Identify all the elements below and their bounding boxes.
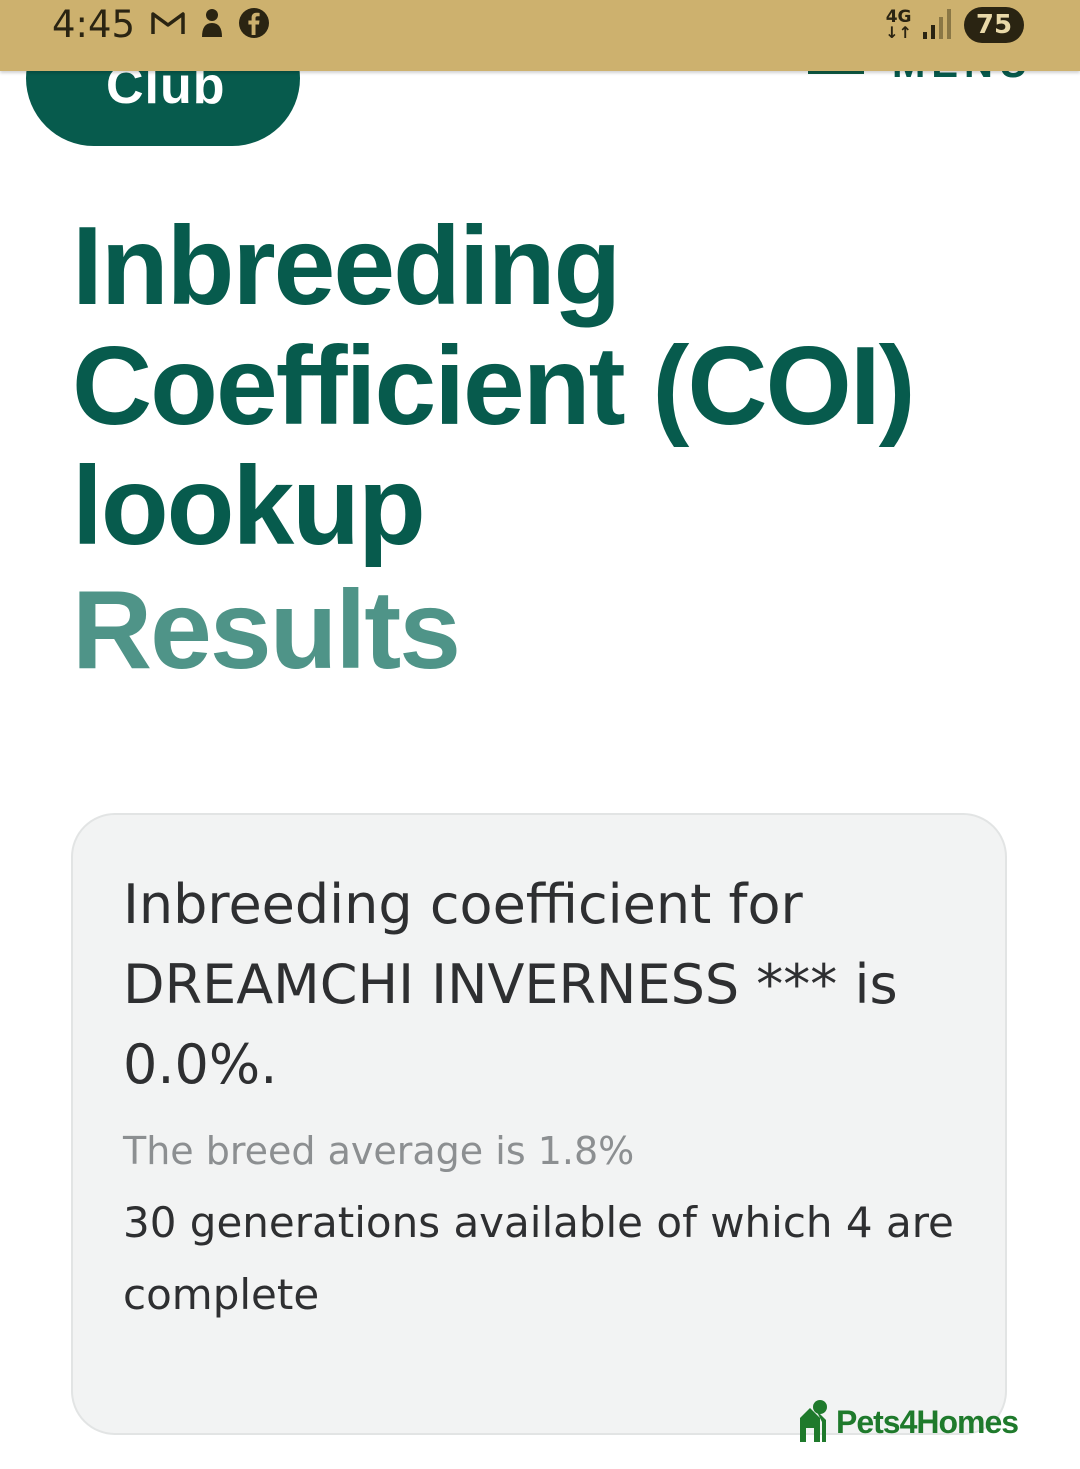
notification-app-icon [198,7,226,44]
coi-result-text: Inbreeding coefficient for DREAMCHI INVE… [123,873,898,1096]
breed-average-text: The breed average is 1.8% [123,1129,635,1173]
watermark-text: Pets4Homes [836,1403,1019,1440]
signal-icon [922,6,954,45]
facebook-icon [238,7,270,44]
page-subtitle: Results [72,568,461,692]
status-system-icons: 4G ↓↑ 75 [885,5,1024,45]
network-type-icon: 4G ↓↑ [885,7,912,42]
gmail-icon [150,9,186,42]
battery-icon: 75 [964,7,1024,43]
page-title: Inbreeding Coefficient (COI) lookup [72,204,916,568]
pets4homes-watermark: Pets4Homes [796,1398,1019,1447]
pets4homes-logo-icon [796,1398,832,1447]
generations-text: 30 generations available of which 4 are … [123,1198,954,1319]
result-card: Inbreeding coefficient for DREAMCHI INVE… [71,813,1007,1435]
status-bar: 4:45 4G ↓↑ 75 [0,0,1080,71]
status-notification-icons [150,7,270,44]
status-time: 4:45 [52,3,136,46]
